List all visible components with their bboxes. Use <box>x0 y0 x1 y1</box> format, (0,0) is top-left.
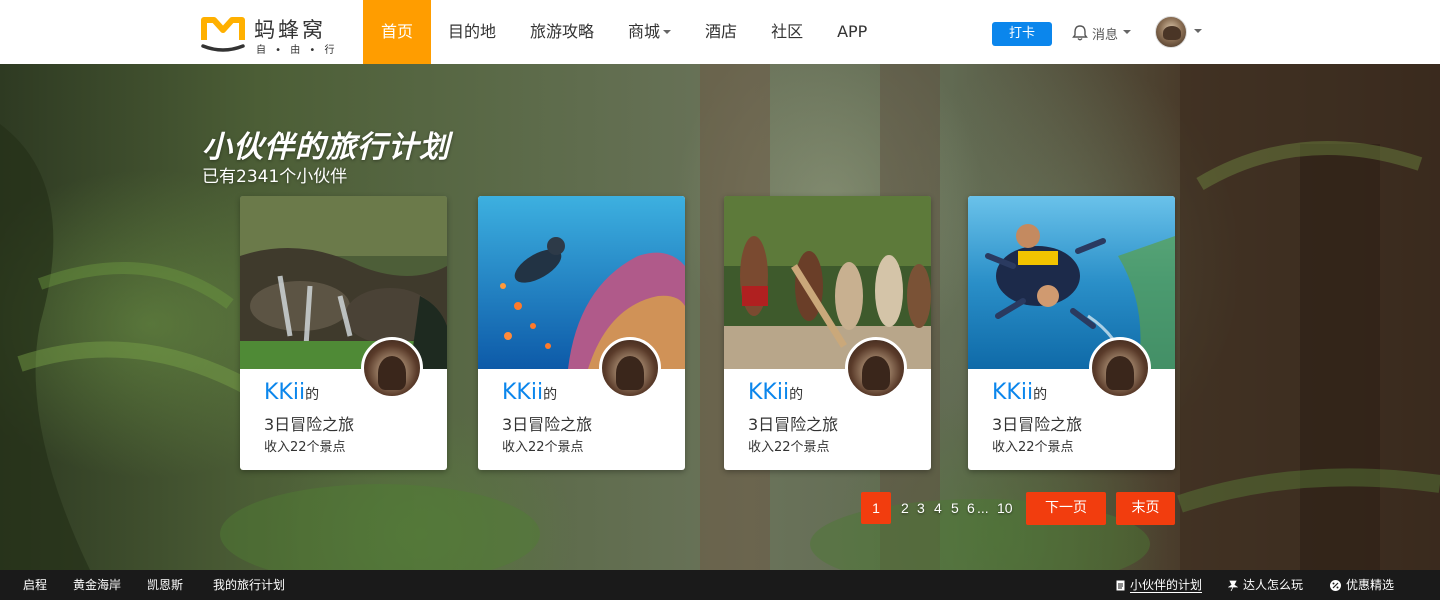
card-spot-count: 收入22个景点 <box>264 440 346 455</box>
bell-icon <box>1072 25 1088 41</box>
footer-expert-play[interactable]: 达人怎么玩 <box>1228 570 1303 600</box>
card-image-scuba-diver <box>478 196 685 369</box>
page-current[interactable]: 1 <box>861 492 891 524</box>
brand-name: 蚂蜂窝 <box>254 18 326 42</box>
card-trip-title: 3日冒险之旅 <box>748 415 839 434</box>
footer-expert-play-label: 达人怎么玩 <box>1243 578 1304 592</box>
messages-menu[interactable]: 消息 <box>1072 22 1132 44</box>
card-trip-title: 3日冒险之旅 <box>502 415 593 434</box>
card-user-name: KKii <box>502 380 544 405</box>
card-user-name: KKii <box>992 380 1034 405</box>
nav-app[interactable]: APP <box>820 0 884 64</box>
card-trip-title: 3日冒险之旅 <box>992 415 1083 434</box>
footer-deals-label: 优惠精选 <box>1346 578 1395 592</box>
page-link[interactable]: 2 <box>901 492 909 524</box>
page-link-last[interactable]: 10 <box>997 492 1013 524</box>
chevron-down-icon <box>1123 30 1132 34</box>
discount-icon <box>1330 579 1341 591</box>
page-link[interactable]: 4 <box>934 492 942 524</box>
top-header: 蚂蜂窝 自 • 由 • 行 首页 目的地 旅游攻略 商城 酒店 社区 APP 打… <box>0 0 1440 64</box>
avatar[interactable] <box>599 337 661 399</box>
section-title: 小伙伴的旅行计划 <box>202 130 450 165</box>
nav-hotel[interactable]: 酒店 <box>688 0 754 64</box>
card-user[interactable]: KKii的 <box>992 380 1047 405</box>
page-link[interactable]: 6 <box>967 492 975 524</box>
footer-link-gold-coast[interactable]: 黄金海岸 <box>73 570 121 600</box>
footer-link-my-plan[interactable]: 我的旅行计划 <box>213 570 285 600</box>
pin-icon <box>1228 580 1238 591</box>
page-link[interactable]: 3 <box>917 492 925 524</box>
next-page-button[interactable]: 下一页 <box>1026 492 1106 525</box>
card-image-tribal-dancers <box>724 196 931 369</box>
card-user-suffix: 的 <box>1033 387 1048 403</box>
brand-slogan: 自 • 由 • 行 <box>256 45 338 56</box>
nav-home[interactable]: 首页 <box>363 0 431 64</box>
main-nav: 首页 目的地 旅游攻略 商城 酒店 社区 APP <box>363 0 884 64</box>
nav-guides[interactable]: 旅游攻略 <box>513 0 611 64</box>
card-user[interactable]: KKii的 <box>264 380 319 405</box>
card-user-suffix: 的 <box>789 387 804 403</box>
nav-community[interactable]: 社区 <box>754 0 820 64</box>
chevron-down-icon <box>663 29 672 34</box>
card-spot-count: 收入22个景点 <box>748 440 830 455</box>
messages-label: 消息 <box>1092 27 1119 43</box>
nav-mall-label: 商城 <box>628 22 661 41</box>
card-image-waterfall <box>240 196 447 369</box>
plan-card[interactable]: KKii的 3日冒险之旅 收入22个景点 <box>968 196 1175 470</box>
card-spot-count: 收入22个景点 <box>992 440 1074 455</box>
last-page-button[interactable]: 末页 <box>1116 492 1175 525</box>
card-user-name: KKii <box>748 380 790 405</box>
footer-link-depart[interactable]: 启程 <box>23 570 47 600</box>
page-ellipsis: ... <box>977 500 989 516</box>
avatar <box>1155 16 1187 48</box>
mafengwo-logo[interactable]: 蚂蜂窝 自 • 由 • 行 <box>200 12 340 56</box>
card-spot-count: 收入22个景点 <box>502 440 584 455</box>
partner-count: 已有2341个小伙伴 <box>202 167 348 187</box>
footer-partner-plans[interactable]: 小伙伴的计划 <box>1116 570 1203 600</box>
hero-background: 小伙伴的旅行计划 已有2341个小伙伴 <box>0 64 1440 570</box>
card-user-suffix: 的 <box>543 387 558 403</box>
card-trip-title: 3日冒险之旅 <box>264 415 355 434</box>
chevron-down-icon <box>1194 29 1202 33</box>
card-user-name: KKii <box>264 380 306 405</box>
avatar[interactable] <box>845 337 907 399</box>
plan-card[interactable]: KKii的 3日冒险之旅 收入22个景点 <box>478 196 685 470</box>
card-user[interactable]: KKii的 <box>502 380 557 405</box>
nav-mall[interactable]: 商城 <box>611 0 688 64</box>
footer-deals[interactable]: 优惠精选 <box>1330 570 1394 600</box>
plan-card[interactable]: KKii的 3日冒险之旅 收入22个景点 <box>724 196 931 470</box>
card-user[interactable]: KKii的 <box>748 380 803 405</box>
footer-partner-plans-label: 小伙伴的计划 <box>1130 577 1203 593</box>
card-image-skydiving <box>968 196 1175 369</box>
card-user-suffix: 的 <box>305 387 320 403</box>
checkin-button[interactable]: 打卡 <box>992 22 1052 46</box>
plan-card[interactable]: KKii的 3日冒险之旅 收入22个景点 <box>240 196 447 470</box>
avatar[interactable] <box>1089 337 1151 399</box>
avatar[interactable] <box>361 337 423 399</box>
page-link[interactable]: 5 <box>951 492 959 524</box>
user-menu[interactable] <box>1155 16 1202 48</box>
bottom-bar: 启程 黄金海岸 凯恩斯 我的旅行计划 小伙伴的计划 达人怎么玩 优惠精选 <box>0 570 1440 600</box>
nav-destinations[interactable]: 目的地 <box>431 0 513 64</box>
footer-link-cairns[interactable]: 凯恩斯 <box>147 570 183 600</box>
document-icon <box>1116 580 1125 590</box>
logo-mark-icon <box>201 17 245 52</box>
